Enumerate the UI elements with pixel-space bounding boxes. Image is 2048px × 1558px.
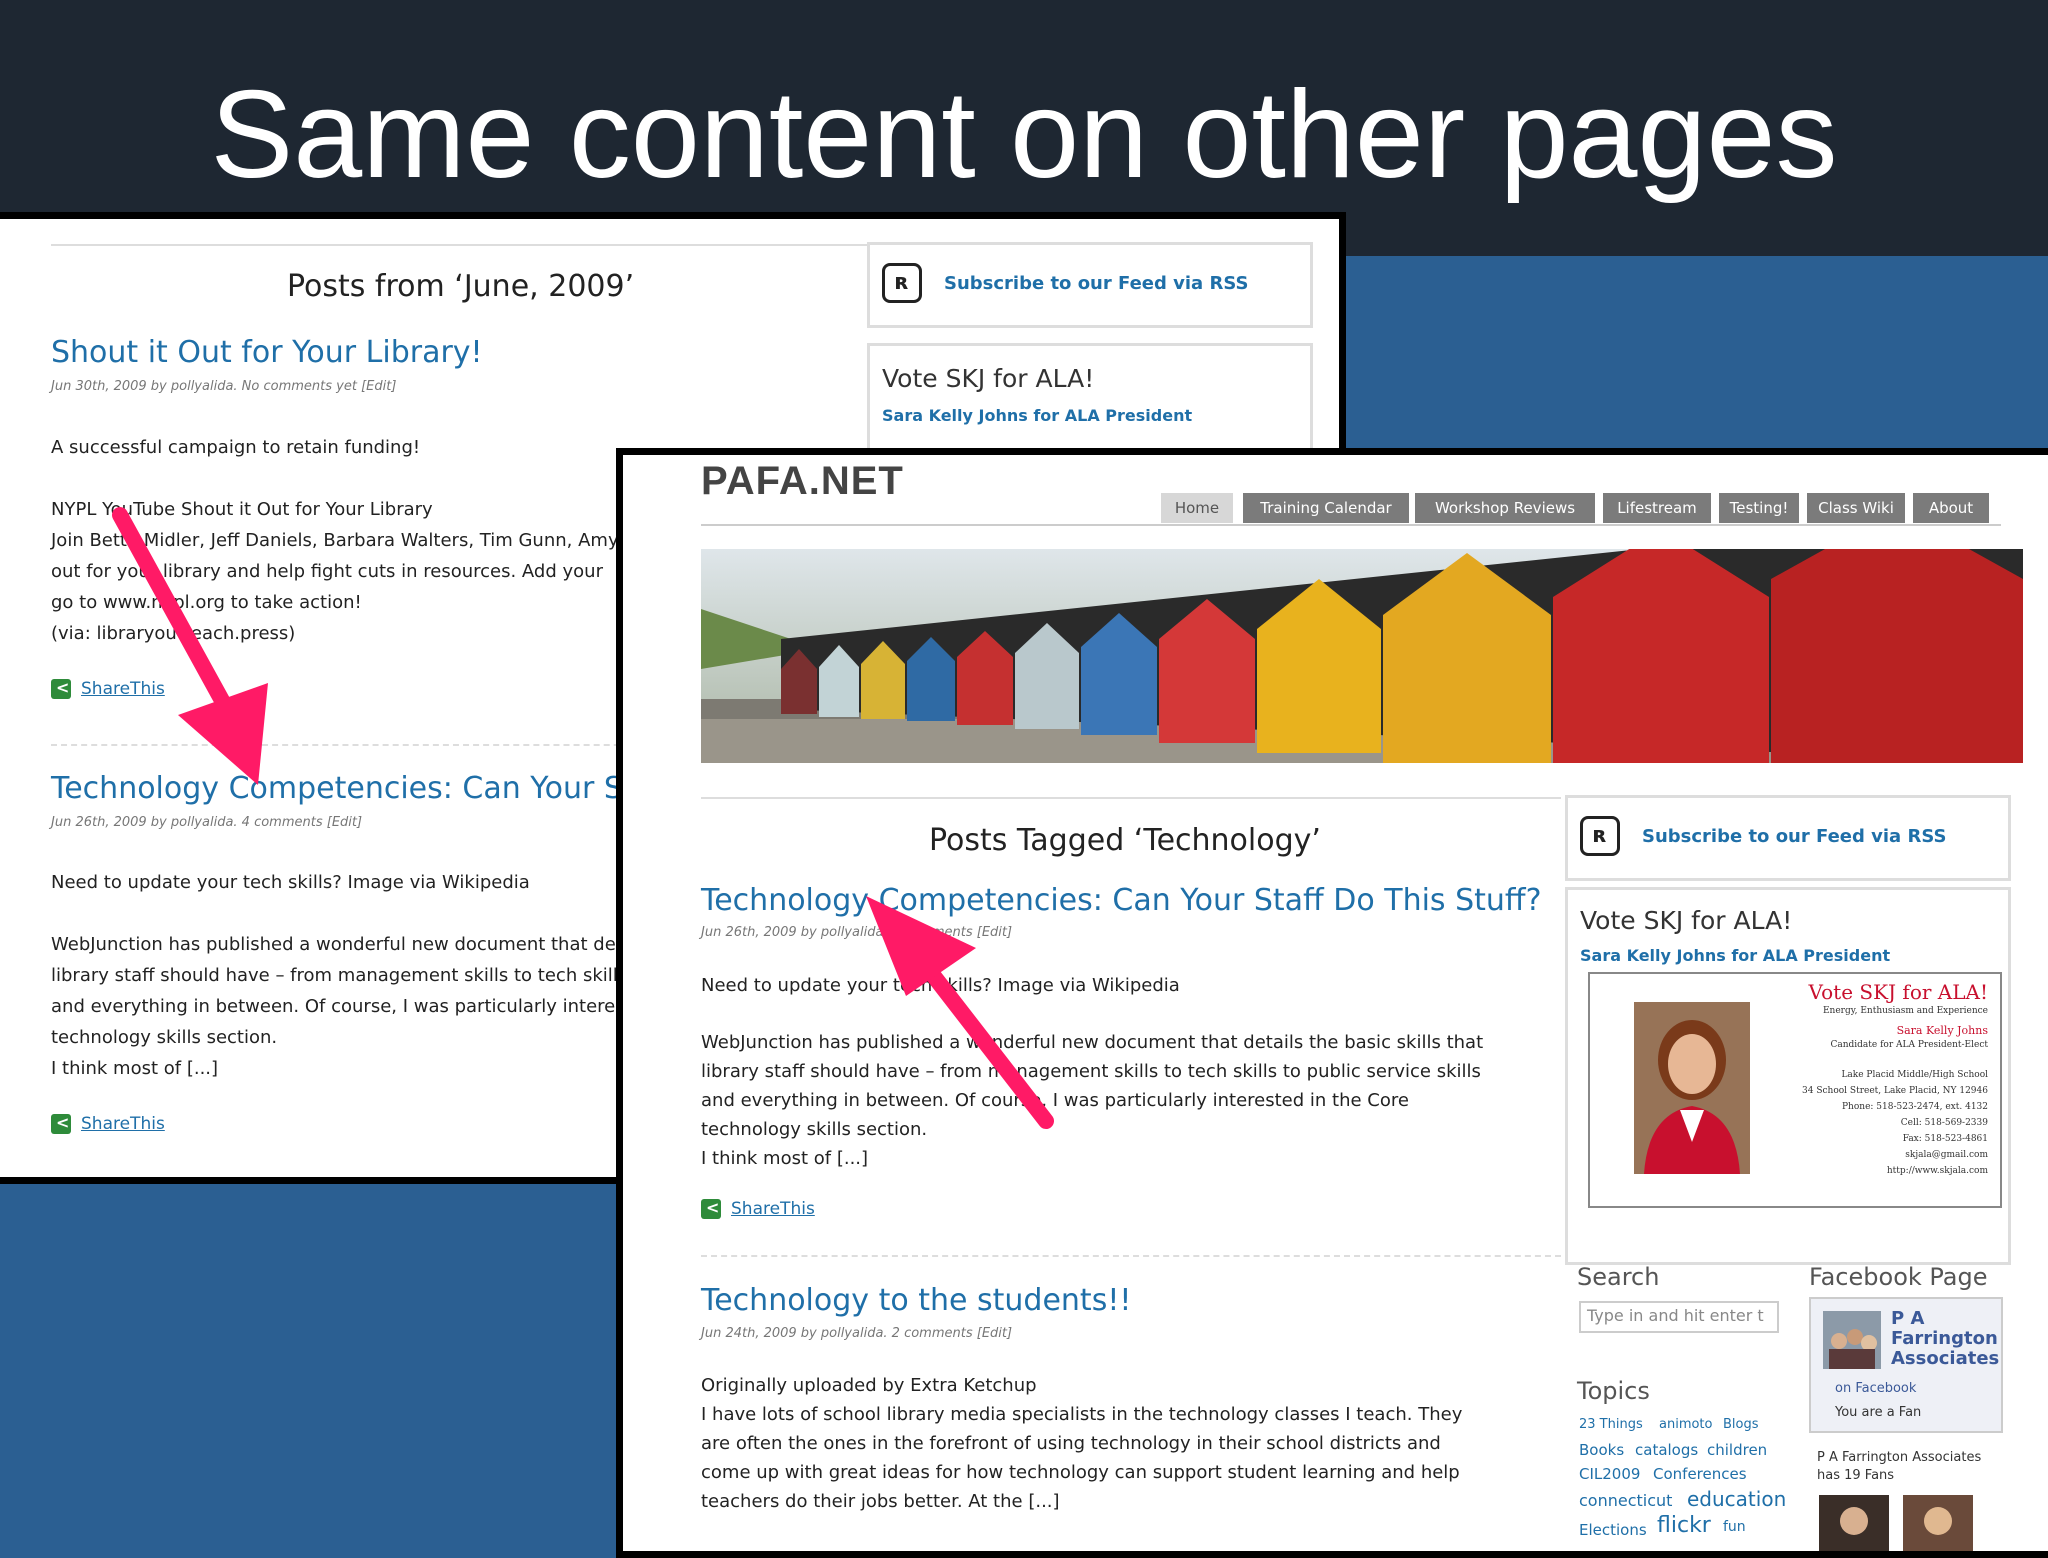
post-body-line: library staff should have – from managem…: [51, 965, 628, 986]
post-body-line: library staff should have – from managem…: [701, 1061, 1481, 1082]
sharethis-link[interactable]: ShareThis: [81, 1114, 165, 1134]
topic-link[interactable]: education: [1687, 1487, 1786, 1511]
facebook-page-name[interactable]: P A Farrington Associates: [1891, 1309, 2001, 1369]
flyer-line: 34 School Street, Lake Placid, NY 12946: [1802, 1086, 1988, 1096]
nav-rule: [701, 524, 2001, 526]
flyer-headline: Vote SKJ for ALA!: [1808, 980, 1988, 1004]
pointer-arrow-down: [112, 507, 268, 785]
post-body-line: are often the ones in the forefront of u…: [701, 1433, 1441, 1454]
pointer-arrow-up: [866, 896, 1054, 1129]
topic-link[interactable]: catalogs: [1635, 1441, 1698, 1459]
flyer-line: skjala@gmail.com: [1905, 1150, 1988, 1160]
sharethis-link[interactable]: ShareThis: [731, 1199, 815, 1219]
topic-link[interactable]: connecticut: [1579, 1491, 1672, 1510]
post-body-line: WebJunction has published a wonderful ne…: [701, 1032, 1484, 1053]
rss-subscribe-link[interactable]: Subscribe to our Feed via RSS: [944, 273, 1248, 294]
post-title-link[interactable]: Technology Competencies: Can Your Staff …: [701, 883, 1542, 918]
post-title-link[interactable]: Shout it Out for Your Library!: [51, 335, 483, 370]
facebook-on-label: on Facebook: [1835, 1381, 1917, 1396]
flyer-line: Energy, Enthusiasm and Experience: [1822, 1006, 1988, 1016]
post-body-line: I think most of [...]: [51, 1058, 219, 1079]
vote-widget-link[interactable]: Sara Kelly Johns for ALA President: [882, 406, 1192, 425]
facebook-group-photo: [1823, 1311, 1881, 1369]
post-body-line: and everything in between. Of course, I …: [51, 996, 655, 1017]
topic-link[interactable]: CIL2009: [1579, 1465, 1640, 1483]
post-meta: Jun 26th, 2009 by pollyalida. 4 comments…: [51, 815, 363, 830]
search-input[interactable]: Type in and hit enter t: [1579, 1301, 1779, 1333]
vote-widget: Vote SKJ for ALA! Sara Kelly Johns for A…: [1565, 887, 2011, 1265]
topic-link[interactable]: Books: [1579, 1441, 1624, 1459]
share-icon[interactable]: [701, 1198, 721, 1219]
topic-link[interactable]: Blogs: [1723, 1417, 1759, 1432]
tag-page-screenshot: PAFA.NET Home Training Calendar Workshop…: [616, 448, 2048, 1558]
topic-link[interactable]: 23 Things: [1579, 1417, 1643, 1432]
rss-icon: ʀ: [882, 263, 922, 303]
tag-archive-heading: Posts Tagged ‘Technology’: [929, 823, 1321, 858]
flyer-line: Sara Kelly Johns: [1896, 1024, 1988, 1037]
nav-tab-testing[interactable]: Testing!: [1719, 493, 1799, 523]
post-body-line: Need to update your tech skills? Image v…: [51, 872, 530, 893]
rss-widget[interactable]: ʀ Subscribe to our Feed via RSS: [867, 242, 1313, 328]
rss-subscribe-link[interactable]: Subscribe to our Feed via RSS: [1642, 826, 1946, 847]
topic-link[interactable]: animoto: [1659, 1417, 1713, 1432]
topic-link[interactable]: flickr: [1657, 1513, 1711, 1538]
share-icon[interactable]: [51, 1113, 71, 1134]
site-logo[interactable]: PAFA.NET: [701, 459, 904, 504]
post-body-line: WebJunction has published a wonderful ne…: [51, 934, 654, 955]
facebook-fan-avatars: [1819, 1495, 1973, 1551]
facebook-fan-count: P A Farrington Associates has 19 Fans: [1817, 1450, 1982, 1483]
facebook-heading: Facebook Page: [1809, 1263, 1988, 1291]
nav-tab-training-calendar[interactable]: Training Calendar: [1243, 493, 1409, 523]
flyer-line: Fax: 518-523-4861: [1902, 1134, 1988, 1144]
topics-heading: Topics: [1577, 1377, 1650, 1405]
vote-widget-title: Vote SKJ for ALA!: [1580, 906, 1793, 935]
post-title-link[interactable]: Technology to the students!!: [701, 1283, 1131, 1318]
topic-link[interactable]: Conferences: [1653, 1465, 1747, 1483]
topic-link[interactable]: Elections: [1579, 1521, 1647, 1539]
topic-link[interactable]: fun: [1723, 1519, 1746, 1535]
nav-tab-lifestream[interactable]: Lifestream: [1603, 493, 1711, 523]
rss-widget[interactable]: ʀ Subscribe to our Feed via RSS: [1565, 795, 2011, 881]
post-body-line: I think most of [...]: [701, 1148, 869, 1169]
post-body-line: teachers do their jobs better. At the [.…: [701, 1491, 1060, 1512]
slide-title: Same content on other pages: [210, 66, 1838, 204]
post-body-line: A successful campaign to retain funding!: [51, 437, 421, 458]
campaign-flyer-image[interactable]: Vote SKJ for ALA! Energy, Enthusiasm and…: [1588, 972, 2002, 1208]
search-heading: Search: [1577, 1263, 1660, 1291]
flyer-line: Candidate for ALA President-Elect: [1830, 1040, 1988, 1050]
post-body-line: technology skills section.: [51, 1027, 278, 1048]
flyer-line: Lake Placid Middle/High School: [1841, 1070, 1988, 1080]
topic-link[interactable]: children: [1707, 1441, 1767, 1459]
candidate-portrait: [1634, 1002, 1750, 1174]
post-meta: Jun 24th, 2009 by pollyalida. 2 comments…: [701, 1326, 1013, 1341]
nav-tab-class-wiki[interactable]: Class Wiki: [1807, 493, 1905, 523]
archive-heading: Posts from ‘June, 2009’: [287, 269, 635, 304]
share-icon[interactable]: [51, 678, 71, 699]
facebook-fan-box[interactable]: P A Farrington Associates on Facebook Yo…: [1809, 1297, 2003, 1433]
header-image-beach-huts: [701, 549, 2023, 763]
post-meta: Jun 30th, 2009 by pollyalida. No comment…: [51, 379, 397, 394]
content-top-rule: [701, 797, 1561, 799]
vote-widget-link[interactable]: Sara Kelly Johns for ALA President: [1580, 946, 1890, 965]
post-body-line: come up with great ideas for how technol…: [701, 1462, 1460, 1483]
flyer-line: Cell: 518-569-2339: [1900, 1118, 1988, 1128]
nav-tab-about[interactable]: About: [1913, 493, 1989, 523]
beach-huts-illustration: [701, 549, 2023, 763]
top-rule: [51, 244, 871, 246]
facebook-fan-status: You are a Fan: [1835, 1405, 1922, 1420]
post-body-line: Originally uploaded by Extra Ketchup: [701, 1375, 1037, 1396]
flyer-line: http://www.skjala.com: [1886, 1166, 1988, 1176]
rss-icon: ʀ: [1580, 816, 1620, 856]
post-separator: [701, 1255, 1561, 1257]
nav-tab-workshop-reviews[interactable]: Workshop Reviews: [1415, 493, 1595, 523]
vote-widget-title: Vote SKJ for ALA!: [882, 364, 1095, 393]
nav-tab-home[interactable]: Home: [1161, 493, 1233, 523]
post-body-line: I have lots of school library media spec…: [701, 1404, 1463, 1425]
flyer-line: Phone: 518-523-2474, ext. 4132: [1842, 1102, 1988, 1112]
